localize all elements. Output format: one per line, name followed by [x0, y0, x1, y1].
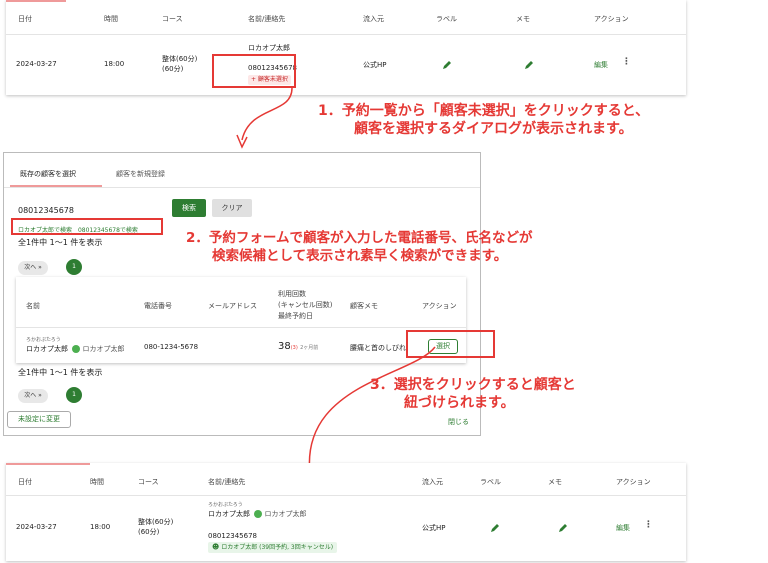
b-customer-line-name: ロカオプ太郎 — [264, 510, 307, 518]
col-action: アクション — [422, 302, 457, 310]
row-course-line2: (60分) — [162, 65, 184, 73]
b-row-phone: 08012345678 — [208, 532, 257, 540]
b-row-course-line1: 整体(60分) — [138, 518, 174, 526]
row-source: 公式HP — [363, 61, 387, 69]
row-course-line1: 整体(60分) — [162, 55, 198, 63]
linked-customer-label: ロカオプ太郎 (39回予約, 3回キャンセル) — [221, 544, 334, 551]
customer-name-row: ロカオプ太郎 ロカオプ太郎 — [26, 344, 124, 354]
b-header-course: コース — [138, 478, 159, 486]
col-phone: 電話番号 — [144, 302, 172, 310]
customer-line-name: ロカオプ太郎 — [82, 345, 125, 353]
customer-phone: 080-1234-5678 — [144, 343, 199, 351]
header-date: 日付 — [18, 15, 32, 23]
header-action: アクション — [594, 15, 629, 23]
b-memo-edit-icon[interactable] — [558, 523, 568, 533]
b-more-menu-icon[interactable]: ⋮ — [644, 520, 653, 530]
b-customer-name: ロカオプ太郎 — [208, 510, 250, 518]
b-line-icon — [254, 510, 263, 518]
row-customer-name: ロカオプ太郎 — [248, 44, 290, 52]
customer-name: ロカオプ太郎 — [26, 345, 68, 353]
header-source: 流入元 — [363, 15, 384, 23]
b-header-time: 時間 — [90, 478, 104, 486]
page-number-top[interactable]: 1 — [66, 259, 82, 275]
people-icon: ☻ — [212, 543, 220, 551]
next-page-button-bottom[interactable]: 次へ » — [18, 389, 48, 403]
tab-new-customer[interactable]: 顧客を新規登録 — [116, 169, 165, 179]
b-header-memo: メモ — [548, 478, 562, 486]
customer-kana: ろかおぷたろう — [26, 337, 61, 343]
edit-link[interactable]: 編集 — [594, 60, 608, 70]
col-usage-line1: 利用回数 — [278, 290, 306, 298]
b-row-date: 2024-03-27 — [16, 523, 57, 531]
annotation-step1-line1: 1．予約一覧から「顧客未選択」をクリックすると、 — [318, 103, 650, 119]
memo-edit-icon[interactable] — [524, 60, 534, 70]
b-customer-kana: ろかおぷたろう — [208, 502, 243, 508]
search-input[interactable]: 08012345678 — [18, 206, 74, 215]
annotation-step2-line2: 検索候補として表示され素早く検索ができます。 — [212, 248, 508, 264]
clear-button[interactable]: クリア — [212, 199, 252, 217]
arrow-1 — [236, 87, 293, 149]
b-customer-name-row: ロカオプ太郎 ロカオプ太郎 — [208, 509, 306, 519]
set-unassigned-button[interactable]: 未設定に変更 — [7, 411, 71, 428]
annotation-step1-line2: 顧客を選択するダイアログが表示されます。 — [354, 121, 633, 137]
result-count-top: 全1件中 1～1 件を表示 — [18, 238, 103, 247]
tab-divider — [4, 187, 480, 188]
row-time: 18:00 — [104, 60, 125, 68]
col-memo: 顧客メモ — [350, 302, 378, 310]
annotation-step2-line1: 2．予約フォームで顧客が入力した電話番号、氏名などが — [186, 230, 533, 246]
b-header-source: 流入元 — [422, 478, 443, 486]
col-name: 名前 — [26, 302, 40, 310]
b-header-label: ラベル — [480, 478, 501, 486]
next-page-button-top[interactable]: 次へ » — [18, 261, 48, 275]
tab-existing-customer[interactable]: 既存の顧客を選択 — [20, 169, 76, 179]
highlight-suggestions — [11, 218, 163, 235]
b-row-time: 18:00 — [90, 523, 111, 531]
b-header-date: 日付 — [18, 478, 32, 486]
col-usage-line2: (キャンセル回数) — [278, 301, 333, 309]
header-memo: メモ — [516, 15, 530, 23]
col-usage-line3: 最終予約日 — [278, 312, 313, 320]
search-button[interactable]: 検索 — [172, 199, 206, 217]
header-label: ラベル — [436, 15, 457, 23]
label-edit-icon[interactable] — [442, 60, 452, 70]
row-date: 2024-03-27 — [16, 60, 57, 68]
b-header-name-contact: 名前/連絡先 — [208, 478, 246, 486]
active-column-indicator-bottom — [6, 463, 90, 465]
active-column-indicator — [6, 0, 66, 2]
header-name-contact: 名前/連絡先 — [248, 15, 286, 23]
b-header-divider — [6, 495, 686, 496]
usage-count: 38 — [278, 341, 291, 352]
b-row-course-line2: (60分) — [138, 528, 160, 536]
b-label-edit-icon[interactable] — [490, 523, 500, 533]
more-menu-icon[interactable]: ⋮ — [622, 57, 631, 67]
bottom-reservation-table: 日付 時間 コース 名前/連絡先 流入元 ラベル メモ アクション 2024-0… — [6, 463, 686, 561]
result-count-bottom: 全1件中 1～1 件を表示 — [18, 368, 103, 377]
header-course: コース — [162, 15, 183, 23]
b-row-source: 公式HP — [422, 524, 446, 532]
header-time: 時間 — [104, 15, 118, 23]
line-icon — [72, 345, 81, 353]
col-email: メールアドレス — [208, 302, 257, 310]
page-number-bottom[interactable]: 1 — [66, 387, 82, 403]
linked-customer-tag[interactable]: ☻ ロカオプ太郎 (39回予約, 3回キャンセル) — [208, 542, 338, 553]
b-edit-link[interactable]: 編集 — [616, 523, 630, 533]
b-header-action: アクション — [616, 478, 651, 486]
highlight-customer-tag — [212, 54, 296, 88]
top-reservation-table: 日付 時間 コース 名前/連絡先 流入元 ラベル メモ アクション 2024-0… — [6, 0, 686, 95]
results-header-divider — [16, 327, 466, 328]
header-divider — [6, 34, 686, 35]
